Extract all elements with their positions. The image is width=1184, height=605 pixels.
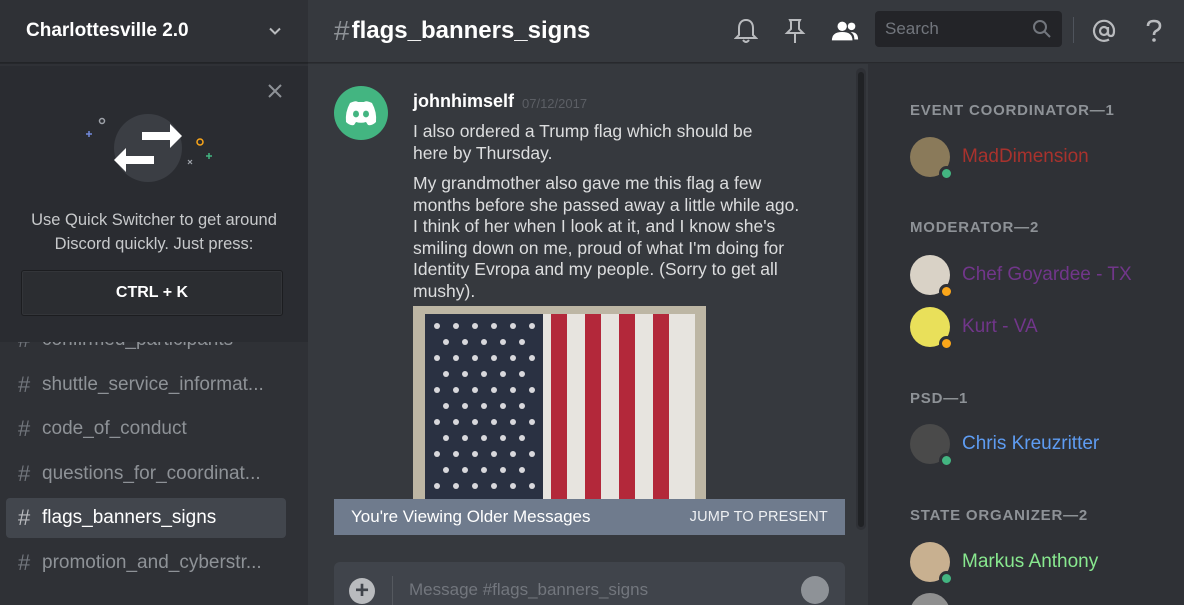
bell-icon[interactable] — [731, 16, 761, 46]
hash-icon: # — [18, 505, 31, 530]
pin-icon[interactable] — [780, 16, 810, 46]
status-online-icon — [939, 453, 954, 468]
hash-icon: # — [18, 416, 31, 441]
channel-item[interactable]: # questions_for_coordinat... — [6, 454, 286, 494]
hash-icon: # — [18, 460, 31, 486]
channel-name: flags_banners_signs — [42, 507, 217, 528]
flag-photo — [413, 306, 706, 506]
channel-hash-icon: # — [334, 15, 350, 46]
message-input[interactable] — [409, 580, 789, 600]
search-input[interactable] — [885, 19, 1025, 39]
emoji-icon[interactable] — [801, 576, 829, 604]
message-text: I also ordered a Trump flag which should… — [413, 121, 753, 163]
member-name: Markus Anthony — [962, 551, 1099, 572]
channel-list: #confirmed_participants #shuttle_service… — [6, 320, 286, 587]
quick-switcher-description: Use Quick Switcher to get around Discord… — [31, 211, 277, 253]
avatar — [910, 424, 954, 468]
chevron-down-icon — [269, 27, 281, 35]
close-icon[interactable] — [266, 82, 284, 100]
jump-to-present-button[interactable]: JUMP TO PRESENT — [690, 509, 828, 525]
channel-name: questions_for_coordinat... — [42, 462, 261, 484]
server-name: Charlottesville 2.0 — [26, 20, 189, 41]
member-item[interactable]: MadDimension — [910, 136, 1089, 181]
search-box[interactable] — [875, 11, 1062, 47]
status-idle-icon — [939, 336, 954, 351]
channel-item[interactable]: # shuttle_service_informat... — [6, 365, 286, 405]
message-composer: + — [334, 562, 845, 605]
avatar — [910, 255, 954, 299]
member-list: EVENT COORDINATOR—1 MadDimension MODERAT… — [868, 64, 1184, 605]
avatar — [910, 307, 954, 351]
role-header: STATE ORGANIZER—2 — [910, 507, 1089, 524]
member-item[interactable]: Markus Anthony — [910, 541, 1099, 586]
discord-logo-icon — [345, 101, 377, 126]
member-name: Chris Kreuzritter — [962, 433, 1100, 454]
quick-switcher-shortcut-button[interactable]: CTRL + K — [21, 270, 283, 316]
avatar — [910, 137, 954, 181]
channel-name: shuttle_service_informat... — [42, 373, 264, 395]
message-image-flag[interactable] — [413, 306, 706, 506]
role-header: MODERATOR—2 — [910, 219, 1040, 236]
avatar — [910, 593, 950, 605]
quick-switcher-illustration-icon — [86, 114, 212, 182]
hash-icon: # — [18, 549, 31, 575]
server-header[interactable]: Charlottesville 2.0 — [0, 0, 308, 63]
at-icon[interactable] — [1089, 16, 1119, 46]
composer-divider — [392, 576, 393, 605]
help-icon[interactable] — [1139, 16, 1169, 46]
message-area: johnhimself 07/12/2017 I also ordered a … — [308, 64, 866, 605]
message-timestamp: 07/12/2017 — [522, 96, 588, 111]
scrollbar-thumb[interactable] — [858, 72, 864, 527]
member-item[interactable]: Kurt - VA — [910, 306, 1038, 351]
member-name: Chef Goyardee - TX — [962, 264, 1132, 285]
channel-sidebar: Charlottesville 2.0 #confirmed_participa… — [0, 0, 308, 605]
hash-icon: # — [18, 371, 31, 397]
member-item[interactable]: Chef Goyardee - TX — [910, 254, 1132, 299]
member-name: Kurt - VA — [962, 316, 1038, 337]
channel-name: code_of_conduct — [42, 418, 187, 439]
upload-plus-icon[interactable]: + — [349, 578, 375, 604]
member-name: MadDimension — [962, 146, 1089, 167]
message-author[interactable]: johnhimself — [413, 91, 514, 112]
quick-switcher-popup: Use Quick Switcher to get around Discord… — [0, 66, 308, 342]
member-item[interactable] — [910, 592, 962, 605]
role-header: PSD—1 — [910, 390, 969, 407]
older-messages-bar: You're Viewing Older Messages JUMP TO PR… — [334, 499, 845, 535]
channel-item[interactable]: # promotion_and_cyberstr... — [6, 543, 286, 583]
avatar — [910, 542, 954, 586]
channel-name: promotion_and_cyberstr... — [42, 551, 262, 573]
status-online-icon — [939, 166, 954, 181]
message-text: My grandmother also gave me this flag a … — [413, 173, 800, 301]
status-online-icon — [939, 571, 954, 586]
header-divider — [1073, 17, 1074, 43]
member-item[interactable]: Chris Kreuzritter — [910, 423, 1100, 468]
status-idle-icon — [939, 284, 954, 299]
channel-item-active[interactable]: # flags_banners_signs — [6, 498, 286, 538]
channel-item[interactable]: # code_of_conduct — [6, 409, 286, 449]
channel-title: flags_banners_signs — [351, 17, 591, 44]
avatar[interactable] — [334, 86, 388, 140]
search-icon — [1033, 20, 1051, 38]
members-icon[interactable] — [830, 16, 860, 46]
role-header: EVENT COORDINATOR—1 — [910, 102, 1115, 119]
older-messages-text: You're Viewing Older Messages — [351, 507, 591, 526]
